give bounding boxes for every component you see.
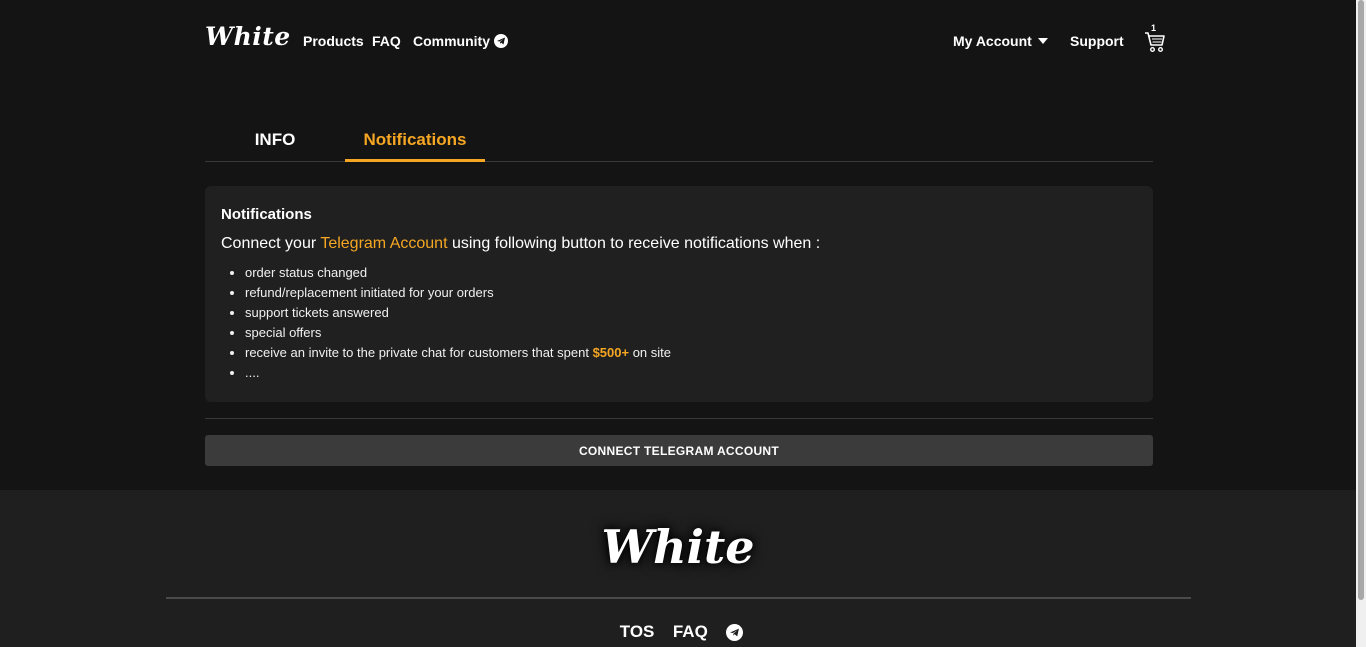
invite-amount: $500+ (592, 345, 630, 360)
my-account-label: My Account (953, 33, 1032, 49)
list-item: support tickets answered (245, 303, 1137, 323)
scrollbar-thumb[interactable] (1358, 0, 1364, 600)
site-logo[interactable]: White (205, 22, 291, 51)
footer-logo: White (601, 520, 755, 574)
footer-faq-link[interactable]: FAQ (673, 622, 708, 642)
nav-products[interactable]: Products (303, 33, 364, 49)
footer-links: TOS FAQ (0, 622, 1356, 642)
intro-suffix: using following button to receive notifi… (447, 235, 821, 252)
caret-down-icon (1037, 38, 1048, 44)
invite-prefix: receive an invite to the private chat fo… (245, 345, 593, 360)
notification-list: order status changed refund/replacement … (245, 263, 1137, 383)
site-footer: White TOS FAQ (0, 490, 1356, 647)
card-intro: Connect your Telegram Account using foll… (221, 235, 1137, 253)
nav-community-label: Community (413, 33, 490, 49)
nav-community[interactable]: Community (413, 33, 508, 49)
list-item: order status changed (245, 263, 1137, 283)
card-title: Notifications (221, 206, 312, 223)
invite-suffix: on site (629, 345, 672, 360)
telegram-icon[interactable] (726, 623, 744, 641)
telegram-account-highlight: Telegram Account (320, 235, 448, 252)
intro-prefix: Connect your (221, 235, 321, 252)
section-divider (205, 418, 1153, 419)
tab-notifications[interactable]: Notifications (345, 118, 485, 162)
tab-info[interactable]: INFO (205, 118, 345, 162)
my-account-dropdown[interactable]: My Account (953, 33, 1048, 49)
footer-tos-link[interactable]: TOS (620, 622, 655, 642)
site-header: White Products FAQ Community My Account … (0, 0, 1356, 84)
account-tabs: INFO Notifications (205, 118, 1153, 162)
notifications-card: Notifications Connect your Telegram Acco… (205, 186, 1153, 402)
telegram-icon (494, 34, 508, 48)
nav-support[interactable]: Support (1070, 33, 1124, 49)
cart-icon[interactable] (1144, 30, 1166, 54)
connect-telegram-button[interactable]: CONNECT TELEGRAM ACCOUNT (205, 435, 1153, 466)
footer-divider (166, 597, 1191, 599)
list-item: .... (245, 363, 1137, 383)
list-item: special offers (245, 323, 1137, 343)
list-item: refund/replacement initiated for your or… (245, 283, 1137, 303)
page-scrollbar[interactable] (1356, 0, 1366, 647)
list-item-invite: receive an invite to the private chat fo… (245, 343, 1137, 363)
nav-faq[interactable]: FAQ (372, 33, 401, 49)
